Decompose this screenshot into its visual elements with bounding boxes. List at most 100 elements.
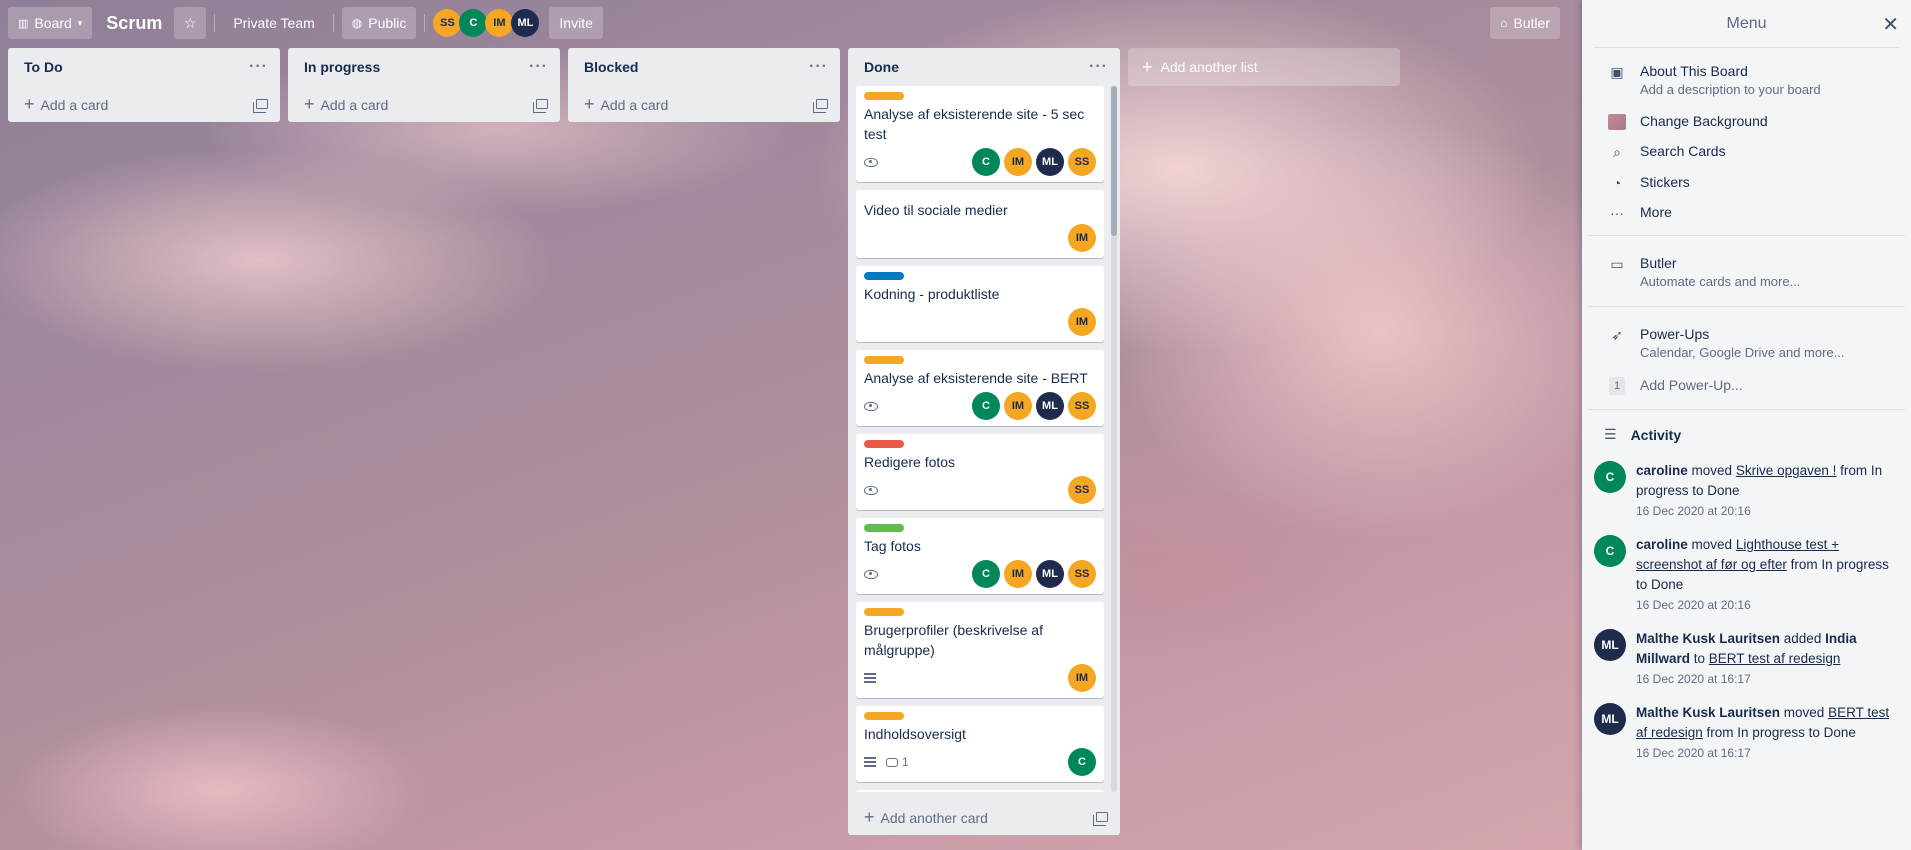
activity-user[interactable]: caroline: [1636, 463, 1688, 478]
invite-button[interactable]: Invite: [549, 7, 603, 39]
menu-powerups-section: ➶ Power-Ups Calendar, Google Drive and m…: [1588, 307, 1905, 410]
menu-item-title: Butler: [1640, 255, 1677, 271]
card[interactable]: Video til sociale medier IM: [856, 190, 1104, 258]
member-avatar[interactable]: C: [459, 9, 488, 37]
member-avatar[interactable]: IM: [1004, 560, 1032, 588]
add-card-button[interactable]: + Add a card: [288, 86, 560, 122]
menu-item-title: Search Cards: [1640, 143, 1726, 159]
card[interactable]: Brugerprofiler (beskrivelse af målgruppe…: [856, 602, 1104, 698]
member-avatar[interactable]: ML: [1594, 703, 1626, 735]
add-list-button[interactable]: + Add another list: [1128, 48, 1400, 86]
board-title[interactable]: Scrum: [92, 13, 174, 34]
member-avatar[interactable]: C: [1594, 535, 1626, 567]
power-ups-item[interactable]: ➶ Power-Ups Calendar, Google Drive and m…: [1588, 315, 1905, 369]
card-label[interactable]: [864, 712, 904, 720]
add-card-button[interactable]: + Add a card: [8, 86, 280, 122]
card[interactable]: [856, 790, 1104, 792]
card-label[interactable]: [864, 356, 904, 364]
member-avatar[interactable]: ML: [1036, 148, 1064, 176]
scroll-thumb[interactable]: [1111, 86, 1117, 236]
more-item[interactable]: ··· More: [1588, 197, 1905, 227]
member-avatar[interactable]: C: [972, 148, 1000, 176]
about-board-item[interactable]: ▣ About This Board Add a description to …: [1588, 56, 1905, 106]
card-label[interactable]: [864, 440, 904, 448]
list-menu-icon[interactable]: ···: [529, 58, 548, 76]
menu-item-title: About This Board: [1640, 63, 1748, 79]
member-avatar[interactable]: ML: [511, 9, 540, 37]
activity-user[interactable]: Malthe Kusk Lauritsen: [1636, 631, 1780, 646]
comment-icon: [886, 757, 898, 767]
add-card-button[interactable]: + Add another card: [848, 799, 1120, 835]
butler-button[interactable]: ⌂ Butler: [1490, 7, 1560, 39]
visibility-button[interactable]: ◍ Public: [341, 7, 417, 39]
member-avatar[interactable]: IM: [485, 9, 514, 37]
activity-timestamp[interactable]: 16 Dec 2020 at 16:17: [1636, 743, 1899, 763]
activity-user[interactable]: caroline: [1636, 537, 1688, 552]
card[interactable]: Tag fotos C IM ML SS: [856, 518, 1104, 594]
template-icon[interactable]: [253, 99, 268, 113]
card-label[interactable]: [864, 92, 904, 100]
stickers-item[interactable]: ◔ Stickers: [1588, 167, 1905, 197]
activity-timestamp[interactable]: 16 Dec 2020 at 20:16: [1636, 501, 1899, 521]
card-label[interactable]: [864, 608, 904, 616]
member-avatar[interactable]: C: [972, 560, 1000, 588]
member-avatar[interactable]: C: [1594, 461, 1626, 493]
member-avatar[interactable]: SS: [1068, 148, 1096, 176]
template-icon[interactable]: [533, 99, 548, 113]
member-avatar[interactable]: IM: [1068, 308, 1096, 336]
member-avatar[interactable]: ML: [1036, 392, 1064, 420]
member-avatar[interactable]: SS: [433, 9, 462, 37]
background-thumbnail: [1608, 114, 1626, 130]
close-icon[interactable]: ✕: [1882, 12, 1899, 37]
activity-card-link[interactable]: BERT test af redesign: [1709, 651, 1841, 666]
member-avatar[interactable]: C: [1068, 748, 1096, 776]
card[interactable]: Indholdsoversigt 1 C: [856, 706, 1104, 782]
add-card-button[interactable]: + Add a card: [568, 86, 840, 122]
activity-timestamp[interactable]: 16 Dec 2020 at 16:17: [1636, 669, 1899, 689]
list-title[interactable]: In progress: [304, 59, 380, 75]
list-scrollbar[interactable]: [1111, 86, 1117, 792]
butler-item[interactable]: ▭ Butler Automate cards and more...: [1588, 244, 1905, 298]
member-avatar[interactable]: IM: [1004, 392, 1032, 420]
member-avatar[interactable]: C: [972, 392, 1000, 420]
list-menu-icon[interactable]: ···: [249, 58, 268, 76]
member-avatar[interactable]: IM: [1068, 224, 1096, 252]
star-button[interactable]: ☆: [174, 7, 207, 39]
activity-header: ☰ Activity: [1582, 410, 1911, 455]
member-avatar[interactable]: IM: [1004, 148, 1032, 176]
comment-badge: 1: [886, 755, 909, 769]
board-switcher-button[interactable]: ▥ Board ▾: [8, 7, 93, 39]
member-avatar[interactable]: SS: [1068, 560, 1096, 588]
menu-item-subtitle: Add a description to your board: [1640, 82, 1821, 97]
add-power-up-item[interactable]: 1 Add Power-Up...: [1588, 369, 1905, 401]
watch-icon: [864, 157, 878, 167]
member-avatar[interactable]: ML: [1594, 629, 1626, 661]
card-label[interactable]: [864, 272, 904, 280]
activity-card-link[interactable]: Skrive opgaven !: [1736, 463, 1837, 478]
activity-user[interactable]: Malthe Kusk Lauritsen: [1636, 705, 1780, 720]
template-icon[interactable]: [1093, 812, 1108, 826]
team-button[interactable]: Private Team: [223, 7, 324, 39]
list-menu-icon[interactable]: ···: [1089, 58, 1108, 76]
list-title[interactable]: Done: [864, 59, 899, 75]
card-footer: SS: [864, 476, 1096, 504]
card[interactable]: Analyse af eksisterende site - 5 sec tes…: [856, 86, 1104, 182]
list-menu-icon[interactable]: ···: [809, 58, 828, 76]
power-up-count-badge: 1: [1609, 377, 1625, 395]
member-avatar[interactable]: ML: [1036, 560, 1064, 588]
member-avatar[interactable]: SS: [1068, 392, 1096, 420]
card[interactable]: Redigere fotos SS: [856, 434, 1104, 510]
card-label[interactable]: [864, 524, 904, 532]
activity-timestamp[interactable]: 16 Dec 2020 at 20:16: [1636, 595, 1899, 615]
search-cards-item[interactable]: ⌕ Search Cards: [1588, 136, 1905, 167]
card-badges: [864, 157, 878, 167]
template-icon[interactable]: [813, 99, 828, 113]
list-title[interactable]: To Do: [24, 59, 63, 75]
menu-item-subtitle: Automate cards and more...: [1640, 274, 1801, 289]
change-background-item[interactable]: Change Background: [1588, 106, 1905, 136]
card[interactable]: Analyse af eksisterende site - BERT C IM ML…: [856, 350, 1104, 426]
list-title[interactable]: Blocked: [584, 59, 638, 75]
member-avatar[interactable]: IM: [1068, 664, 1096, 692]
member-avatar[interactable]: SS: [1068, 476, 1096, 504]
card[interactable]: Kodning - produktliste IM: [856, 266, 1104, 342]
